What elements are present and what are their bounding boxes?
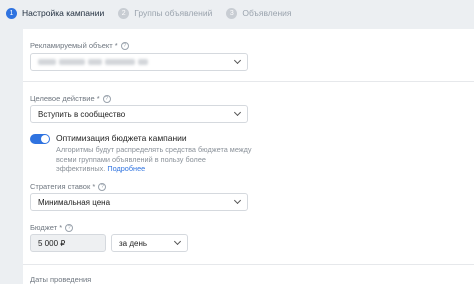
budget-optimization-desc-3-text: эффективных. [56, 164, 106, 174]
budget-section: Бюджет * ? [30, 223, 74, 232]
step-number: 2 [118, 7, 130, 19]
budget-label: Бюджет * ? [30, 223, 74, 232]
step-label: Объявления [242, 8, 292, 18]
dates-label: Даты проведения [30, 275, 92, 284]
bid-strategy-label: Стратегия ставок * ? [30, 182, 107, 191]
target-action-select[interactable]: Вступить в сообщество [30, 105, 248, 123]
step-ad-groups[interactable]: 2 Группы объявлений [118, 7, 213, 19]
target-action-value: Вступить в сообщество [38, 109, 126, 119]
target-action-label-text: Целевое действие * [30, 94, 100, 103]
bid-strategy-label-text: Стратегия ставок * [30, 182, 96, 191]
target-action-section: Целевое действие * ? [30, 94, 111, 103]
step-ads[interactable]: 3 Объявления [226, 7, 292, 19]
learn-more-link[interactable]: Подробнее [107, 164, 145, 173]
step-number: 3 [226, 7, 238, 19]
divider [23, 81, 474, 82]
budget-optimization-title: Оптимизация бюджета кампании [56, 133, 187, 143]
help-icon[interactable]: ? [102, 94, 111, 103]
step-label: Настройка кампании [22, 8, 105, 18]
budget-period-value: за день [119, 238, 148, 248]
budget-optimization-toggle[interactable] [30, 134, 50, 144]
advertised-object-label-text: Рекламируемый объект * [30, 41, 118, 50]
step-campaign-settings[interactable]: 1 Настройка кампании [6, 7, 105, 19]
bid-strategy-section: Стратегия ставок * ? [30, 182, 107, 191]
budget-label-text: Бюджет * [30, 223, 63, 232]
blurred-value [38, 59, 148, 65]
bid-strategy-value: Минимальная цена [38, 197, 111, 207]
advertised-object-section: Рекламируемый объект * ? [30, 41, 129, 50]
help-icon[interactable]: ? [98, 182, 107, 191]
budget-optimization-text: Оптимизация бюджета кампании Алгоритмы б… [56, 133, 252, 174]
step-label: Группы объявлений [134, 8, 213, 18]
step-number: 1 [6, 7, 17, 19]
advertised-object-label: Рекламируемый объект * ? [30, 41, 129, 50]
chevron-down-icon [233, 196, 242, 205]
help-icon[interactable]: ? [65, 223, 74, 232]
budget-optimization-desc-3: эффективных. Подробнее [56, 164, 252, 174]
target-action-label: Целевое действие * ? [30, 94, 111, 103]
bid-strategy-select[interactable]: Минимальная цена [30, 193, 248, 211]
dates-section: Даты проведения [30, 275, 91, 284]
advertised-object-select[interactable] [30, 53, 248, 71]
campaign-settings-card: Рекламируемый объект * ? Целевое действи… [23, 29, 474, 284]
divider [23, 264, 474, 265]
budget-period-select[interactable]: за день [111, 234, 188, 252]
stepper: 1 Настройка кампании 2 Группы объявлений… [0, 0, 474, 26]
budget-amount-input[interactable]: 5 000 ₽ [30, 234, 106, 252]
chevron-down-icon [233, 56, 242, 65]
budget-optimization-desc-2: всеми группами объявлений в пользу более [56, 154, 206, 164]
budget-amount-value: 5 000 ₽ [38, 238, 66, 248]
chevron-down-icon [233, 108, 242, 117]
help-icon[interactable]: ? [120, 41, 129, 50]
budget-optimization: Оптимизация бюджета кампании Алгоритмы б… [30, 133, 252, 174]
budget-optimization-desc-1: Алгоритмы будут распределять средства бю… [56, 145, 252, 154]
chevron-down-icon [173, 237, 182, 246]
